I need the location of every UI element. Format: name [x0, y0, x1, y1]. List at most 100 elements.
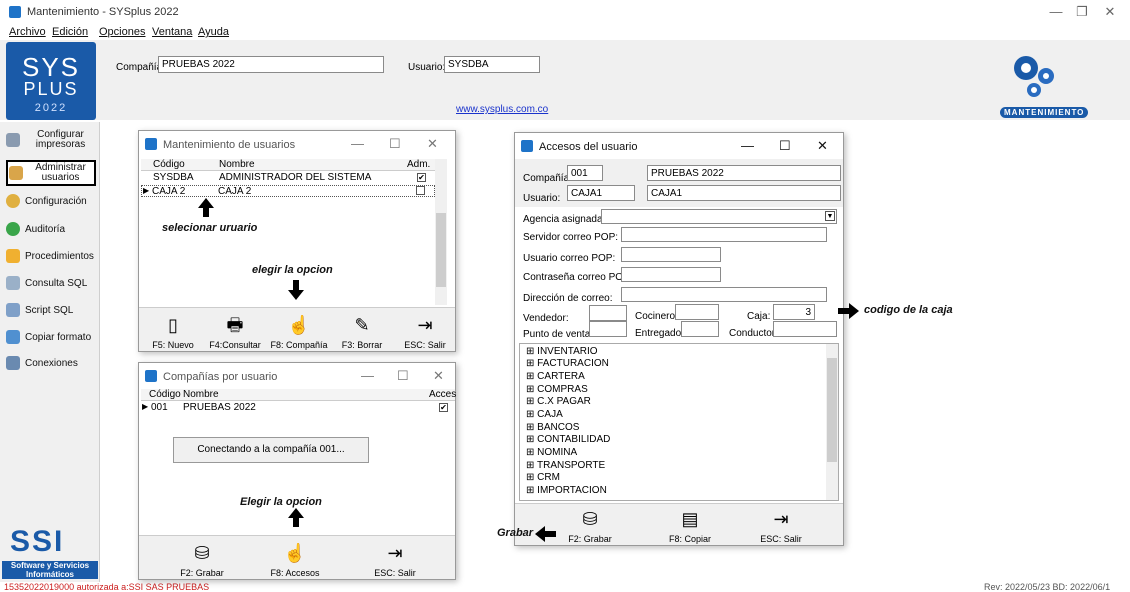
new-button[interactable]: ▯ F5: Nuevo — [151, 314, 195, 350]
website-link[interactable]: www.sysplus.com.co — [456, 104, 548, 115]
users-scrollbar[interactable] — [435, 159, 447, 305]
sidebar-item-script-sql[interactable]: Script SQL — [6, 303, 96, 317]
save-button[interactable]: ⛁ F2: Grabar — [177, 542, 227, 578]
company-button[interactable]: ☝ F8: Compañía — [269, 314, 329, 350]
sidebar-item-configuracion[interactable]: Configuración — [6, 194, 96, 208]
close-button[interactable]: ✕ — [427, 136, 438, 152]
header-panel — [0, 40, 1130, 120]
tree-node-bancos[interactable]: ⊞ BANCOS — [526, 422, 579, 433]
caja-input[interactable]: 3 — [773, 304, 815, 320]
close-button[interactable]: ✕ — [1100, 4, 1120, 20]
ssi-logo: SSI — [10, 525, 65, 558]
license-status: 15352022019000 autorizada a:SSI SAS PRUE… — [4, 582, 210, 592]
menu-ventana[interactable]: Ventana — [152, 26, 192, 38]
sidebar-item-label: Administrar usuarios — [35, 162, 86, 183]
menu-bar: Archivo Edición Opciones Ventana Ayuda — [0, 24, 1130, 40]
table-row[interactable]: ▶ CAJA 2 CAJA 2 — [141, 185, 435, 197]
maximize-button[interactable]: ☐ — [397, 368, 409, 384]
tree-node-cartera[interactable]: ⊞ CARTERA — [526, 371, 585, 382]
close-button[interactable]: ✕ — [433, 368, 444, 384]
conductor-input[interactable] — [773, 321, 837, 337]
sidebar-item-procedimientos[interactable]: Procedimientos — [6, 249, 96, 263]
access-toolbar: ⛁ F2: Grabar ▤ F8: Copiar ⇥ ESC: Salir — [515, 503, 843, 545]
exit-button[interactable]: ⇥ ESC: Salir — [399, 314, 451, 350]
access-checkbox[interactable]: ✔ — [439, 403, 448, 412]
exit-button[interactable]: ⇥ ESC: Salir — [369, 542, 421, 578]
email-label: Dirección de correo: — [523, 293, 613, 304]
copy-button[interactable]: ▤ F8: Copiar — [665, 508, 715, 544]
tree-node-importacion[interactable]: ⊞ IMPORTACION — [526, 485, 607, 496]
sidebar-item-label: Auditoría — [25, 223, 66, 235]
pop-user-input[interactable] — [621, 247, 721, 262]
sidebar-item-administrar-usuarios[interactable]: Administrar usuarios — [6, 160, 96, 186]
access-window-titlebar: Accesos del usuario — ☐ ✕ — [515, 133, 843, 159]
tree-node-contabilidad[interactable]: ⊞ CONTABILIDAD — [526, 434, 610, 445]
menu-edicion[interactable]: Edición — [52, 26, 88, 38]
admin-checkbox[interactable] — [416, 186, 425, 195]
exit-icon: ⇥ — [417, 315, 433, 335]
maximize-button[interactable]: ☐ — [389, 136, 401, 152]
button-label: F5: Nuevo — [152, 340, 194, 350]
exit-button[interactable]: ⇥ ESC: Salir — [755, 508, 807, 544]
maximize-button[interactable]: ☐ — [779, 138, 791, 154]
vendedor-input[interactable] — [589, 305, 627, 321]
annotation-choose-option-2: Elegir la opcion — [240, 496, 322, 508]
restore-button[interactable]: ❐ — [1072, 4, 1092, 20]
button-label: F8: Accesos — [270, 568, 320, 578]
copy-icon: ▤ — [681, 509, 699, 529]
tree-node-inventario[interactable]: ⊞ INVENTARIO — [526, 346, 598, 357]
permissions-tree[interactable]: ⊞ INVENTARIO ⊞ FACTURACION ⊞ CARTERA ⊞ C… — [519, 343, 839, 501]
sidebar-item-configurar-impresoras[interactable]: Configurar impresoras — [6, 130, 96, 150]
sidebar: Configurar impresoras Administrar usuari… — [0, 122, 100, 582]
sidebar-item-auditoria[interactable]: Auditoría — [6, 222, 96, 236]
entregador-input[interactable] — [681, 321, 719, 337]
user-code-field: CAJA1 — [567, 185, 635, 201]
scroll-thumb[interactable] — [436, 213, 446, 287]
pop-password-input[interactable] — [621, 267, 721, 282]
tree-node-caja[interactable]: ⊞ CAJA — [526, 409, 563, 420]
save-button[interactable]: ⛁ F2: Grabar — [565, 508, 615, 544]
print-icon: 🖶 — [226, 315, 244, 335]
table-row[interactable]: ▶ 001 PRUEBAS 2022 ✔ — [141, 402, 455, 414]
minimize-button[interactable]: — — [361, 368, 374, 383]
companies-window-titlebar: Compañías por usuario — ☐ ✕ — [139, 363, 455, 389]
arrow-stem — [293, 517, 299, 527]
tree-node-transporte[interactable]: ⊞ TRANSPORTE — [526, 460, 605, 471]
app-icon — [9, 6, 21, 18]
consult-button[interactable]: 🖶 F4:Consultar — [209, 314, 261, 350]
row-pointer-icon: ▶ — [142, 402, 149, 411]
minimize-button[interactable]: — — [741, 138, 754, 153]
scroll-thumb[interactable] — [827, 358, 837, 462]
email-input[interactable] — [621, 287, 827, 302]
menu-opciones[interactable]: Opciones — [99, 26, 145, 38]
table-row[interactable]: SYSDBA ADMINISTRADOR DEL SISTEMA ✔ — [141, 172, 435, 184]
tree-node-cxpagar[interactable]: ⊞ C.X PAGAR — [526, 396, 591, 407]
menu-archivo[interactable]: Archivo — [9, 26, 46, 38]
delete-button[interactable]: ✎ F3: Borrar — [337, 314, 387, 350]
cocinero-input[interactable] — [675, 304, 719, 320]
punto-venta-input[interactable] — [589, 321, 627, 337]
close-button[interactable]: ✕ — [817, 138, 828, 154]
button-label: F2: Grabar — [180, 568, 224, 578]
tree-node-compras[interactable]: ⊞ COMPRAS — [526, 384, 588, 395]
admin-checkbox[interactable]: ✔ — [417, 173, 426, 182]
pop-server-input[interactable] — [621, 227, 827, 242]
sidebar-item-consulta-sql[interactable]: Consulta SQL — [6, 276, 96, 290]
arrow-down-icon — [288, 290, 304, 300]
menu-ayuda[interactable]: Ayuda — [198, 26, 229, 38]
minimize-button[interactable]: — — [351, 136, 364, 151]
minimize-button[interactable]: — — [1046, 4, 1066, 19]
tree-node-nomina[interactable]: ⊞ NOMINA — [526, 447, 577, 458]
agency-select[interactable] — [601, 209, 837, 224]
chevron-down-icon[interactable]: ▼ — [825, 211, 835, 221]
sidebar-item-conexiones[interactable]: Conexiones — [6, 356, 96, 370]
tree-node-crm[interactable]: ⊞ CRM — [526, 472, 560, 483]
access-button[interactable]: ☝ F8: Accesos — [265, 542, 325, 578]
window-title: Mantenimiento - SYSplus 2022 — [27, 6, 179, 18]
user-code: SYSDBA — [153, 172, 194, 183]
database-icon — [6, 276, 20, 290]
tree-scrollbar[interactable] — [826, 344, 838, 500]
sidebar-item-copiar-formato[interactable]: Copiar formato — [6, 330, 96, 344]
new-icon: ▯ — [168, 315, 178, 335]
tree-node-facturacion[interactable]: ⊞ FACTURACION — [526, 358, 609, 369]
